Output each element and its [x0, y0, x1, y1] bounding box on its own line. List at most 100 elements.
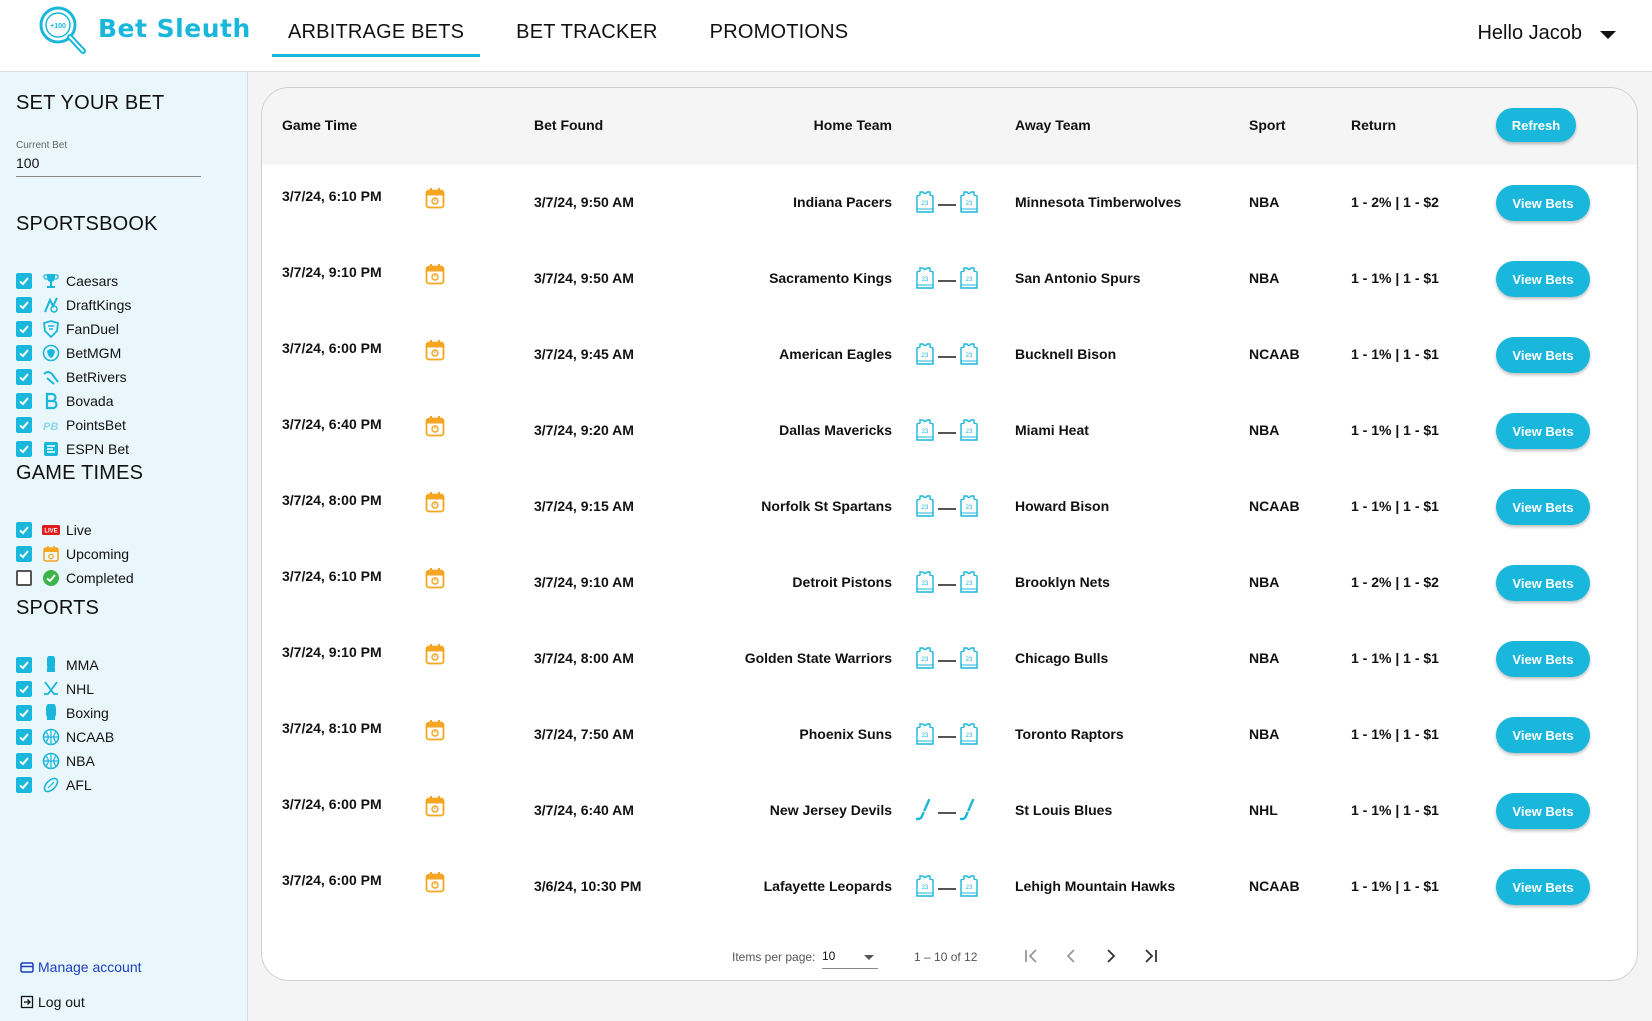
checkbox[interactable]: [16, 345, 32, 361]
game-time-item-upcoming[interactable]: Upcoming: [16, 542, 134, 566]
checkbox[interactable]: [16, 522, 32, 538]
checkbox[interactable]: [16, 546, 32, 562]
return-cell: 1 - 1% | 1 - $1: [1351, 726, 1439, 742]
return-cell: 1 - 2% | 1 - $2: [1351, 194, 1439, 210]
checkbox[interactable]: [16, 273, 32, 289]
col-return: Return: [1351, 117, 1397, 133]
view-bets-button[interactable]: View Bets: [1496, 413, 1590, 449]
view-bets-button[interactable]: View Bets: [1496, 337, 1590, 373]
game-time-item-completed[interactable]: Completed: [16, 566, 134, 590]
checkbox-label: Caesars: [66, 273, 119, 289]
next-page-button[interactable]: [1098, 943, 1124, 969]
return-cell: 1 - 1% | 1 - $1: [1351, 422, 1439, 438]
matchup-icons: 23 23: [916, 343, 978, 370]
checkbox[interactable]: [16, 681, 32, 697]
table-row: 3/7/24, 6:00 PM 3/6/24, 10:30 PM Lafayette…: [262, 849, 1637, 925]
svg-text:23: 23: [966, 581, 973, 587]
checkbox-label: NHL: [66, 681, 95, 697]
jersey-icon: 23: [960, 571, 978, 598]
sportsbook-item-espn-bet[interactable]: ESPN Bet: [16, 437, 131, 461]
checkbox[interactable]: [16, 441, 32, 457]
svg-text:23: 23: [966, 429, 973, 435]
sport-item-ncaab[interactable]: NCAAB: [16, 725, 114, 749]
bet-found-cell: 3/7/24, 9:15 AM: [534, 498, 634, 514]
first-page-button[interactable]: [1018, 943, 1044, 969]
return-cell: 1 - 1% | 1 - $1: [1351, 346, 1439, 362]
jersey-icon: 23: [916, 495, 934, 522]
vs-dash: [938, 583, 956, 586]
view-bets-button[interactable]: View Bets: [1496, 489, 1590, 525]
vs-dash: [938, 355, 956, 358]
home-team-cell: Norfolk St Spartans: [761, 498, 892, 514]
sport-item-nhl[interactable]: NHL: [16, 677, 114, 701]
checkbox[interactable]: [16, 729, 32, 745]
bet-found-cell: 3/6/24, 10:30 PM: [534, 878, 642, 894]
sport-item-nba[interactable]: NBA: [16, 749, 114, 773]
checkbox[interactable]: [16, 369, 32, 385]
game-time-cell: 3/7/24, 6:10 PM: [282, 188, 382, 204]
sportsbook-item-betmgm[interactable]: BetMGM: [16, 341, 131, 365]
sport-item-mma[interactable]: MMA: [16, 653, 114, 677]
view-bets-button[interactable]: View Bets: [1496, 565, 1590, 601]
view-bets-button[interactable]: View Bets: [1496, 261, 1590, 297]
user-menu[interactable]: Hello Jacob: [1477, 22, 1616, 45]
sportsbook-item-bovada[interactable]: Bovada: [16, 389, 131, 413]
view-bets-button[interactable]: View Bets: [1496, 717, 1590, 753]
check-circle-icon: [42, 569, 60, 587]
log-out-link[interactable]: Log out: [20, 994, 85, 1010]
col-away-team: Away Team: [1015, 117, 1091, 133]
current-bet-field[interactable]: Current Bet 100: [16, 140, 201, 177]
table-row: 3/7/24, 6:40 PM 3/7/24, 9:20 AM Dallas Mav…: [262, 393, 1637, 469]
manage-account-link[interactable]: Manage account: [20, 959, 142, 975]
checkbox[interactable]: [16, 417, 32, 433]
view-bets-button[interactable]: View Bets: [1496, 793, 1590, 829]
pointsbet-icon: PB: [42, 416, 60, 434]
last-page-button[interactable]: [1138, 943, 1164, 969]
checkbox[interactable]: [16, 753, 32, 769]
checkbox[interactable]: [16, 777, 32, 793]
prev-page-button[interactable]: [1058, 943, 1084, 969]
checkbox[interactable]: [16, 321, 32, 337]
checkbox[interactable]: [16, 297, 32, 313]
checkbox[interactable]: [16, 570, 32, 586]
sportsbook-item-betrivers[interactable]: BetRivers: [16, 365, 131, 389]
svg-text:PB: PB: [43, 421, 58, 433]
boxing-glove-icon: [42, 704, 60, 722]
manage-account-label: Manage account: [38, 959, 142, 975]
tab-promotions[interactable]: PROMOTIONS: [694, 18, 865, 57]
refresh-button[interactable]: Refresh: [1496, 108, 1576, 142]
view-bets-button[interactable]: View Bets: [1496, 641, 1590, 677]
calendar-icon: [425, 491, 445, 513]
tab-arbitrage-bets[interactable]: ARBITRAGE BETS: [272, 18, 481, 57]
svg-text:23: 23: [966, 353, 973, 359]
basketball-icon: [42, 752, 60, 770]
view-bets-button[interactable]: View Bets: [1496, 185, 1590, 221]
jersey-icon: 23: [960, 495, 978, 522]
chevron-down-icon: [1600, 30, 1616, 39]
sport-cell: NBA: [1249, 574, 1280, 590]
checkbox[interactable]: [16, 705, 32, 721]
items-per-page-select[interactable]: 10: [822, 944, 878, 969]
sport-item-boxing[interactable]: Boxing: [16, 701, 114, 725]
sportsbook-item-draftkings[interactable]: DraftKings: [16, 293, 131, 317]
sportsbook-item-pointsbet[interactable]: PB PointsBet: [16, 413, 131, 437]
vs-dash: [938, 659, 956, 662]
app-logo[interactable]: +100 Bet Sleuth: [36, 4, 251, 58]
draftkings-icon: [42, 296, 60, 314]
view-bets-button[interactable]: View Bets: [1496, 869, 1590, 905]
sportsbook-item-caesars[interactable]: Caesars: [16, 269, 131, 293]
checkbox[interactable]: [16, 393, 32, 409]
game-time-cell: 3/7/24, 9:10 PM: [282, 264, 382, 280]
game-time-cell: 3/7/24, 6:00 PM: [282, 872, 382, 888]
game-time-cell: 3/7/24, 6:00 PM: [282, 340, 382, 356]
game-time-item-live[interactable]: LIVE Live: [16, 518, 134, 542]
tab-bet-tracker[interactable]: BET TRACKER: [500, 18, 674, 57]
sport-item-afl[interactable]: AFL: [16, 773, 114, 797]
checkbox[interactable]: [16, 657, 32, 673]
sportsbook-item-fanduel[interactable]: FanDuel: [16, 317, 131, 341]
current-bet-input[interactable]: 100: [16, 155, 201, 177]
jersey-icon: 23: [916, 571, 934, 598]
jersey-icon: 23: [916, 723, 934, 750]
home-team-cell: Phoenix Suns: [799, 726, 892, 742]
jersey-icon: 23: [916, 647, 934, 674]
